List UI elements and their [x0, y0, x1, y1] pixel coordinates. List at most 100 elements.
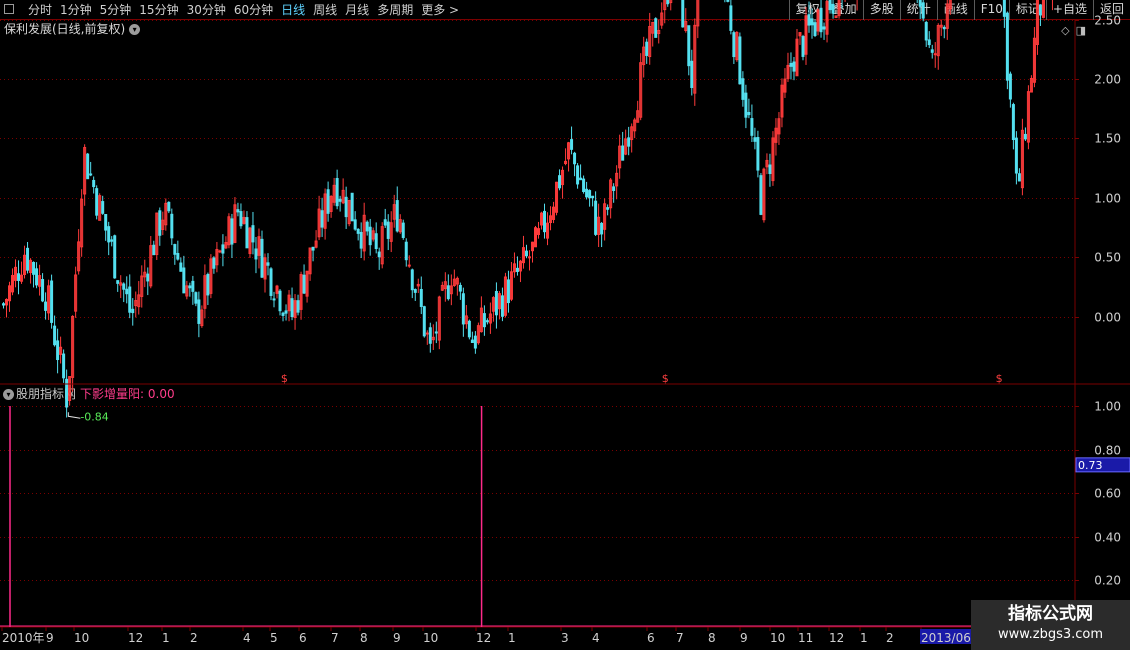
candle-body	[500, 295, 504, 317]
candle-body	[753, 137, 757, 142]
candle-body	[485, 320, 489, 323]
candle-body	[924, 21, 928, 41]
candle-body	[1005, 12, 1009, 81]
candle-body	[750, 118, 754, 136]
current-value-label: 0.73	[1078, 459, 1103, 472]
candle-body	[101, 201, 105, 214]
candle-body	[1038, 4, 1042, 16]
chart-canvas[interactable]: 4.504.003.503.002.502.001.501.000.500.00…	[0, 0, 1130, 650]
candle-body	[272, 298, 276, 301]
candle-body	[116, 280, 120, 284]
candle-body	[320, 210, 324, 228]
candle-body	[173, 244, 177, 255]
candle-body	[239, 211, 243, 227]
candle-body	[32, 261, 36, 275]
candle-body	[284, 310, 288, 314]
candle-body	[831, 3, 835, 14]
candle-body	[600, 222, 604, 235]
y-tick-label: 2.50	[1094, 14, 1121, 28]
candle-body	[350, 192, 354, 222]
candle-body	[62, 353, 66, 379]
y-tick-label: 0.40	[1094, 531, 1121, 545]
y-tick-label: 0.00	[1094, 311, 1121, 325]
candle-body	[356, 228, 360, 234]
candle-body	[729, 5, 733, 31]
x-tick-label: 12	[128, 631, 143, 645]
candle-body	[344, 196, 348, 218]
x-tick-label: 6	[647, 631, 655, 645]
candle-body	[65, 378, 69, 408]
x-tick-label: 8	[708, 631, 716, 645]
axes: 4.504.003.503.002.502.001.501.000.500.00…	[0, 14, 1130, 645]
candle-body	[296, 300, 300, 313]
candle-body	[828, 0, 832, 11]
candle-body	[1002, 0, 1006, 17]
candle-body	[395, 200, 399, 232]
candle-body	[230, 218, 234, 245]
annotations: 4.64-0.84$$$	[67, 372, 1003, 423]
candle-body	[422, 306, 426, 337]
candle-body	[1008, 73, 1012, 100]
candle-body	[690, 60, 694, 89]
candle-body	[666, 0, 670, 5]
candle-body	[191, 280, 195, 292]
candle-body	[131, 308, 135, 314]
candle-body	[182, 267, 186, 294]
candle-body	[281, 312, 285, 316]
x-tick-label: 2010年	[2, 631, 45, 645]
x-tick-label: 9	[740, 631, 748, 645]
candle-body	[113, 235, 117, 279]
candle-body	[290, 298, 294, 318]
candle-body	[810, 18, 814, 26]
candle-body	[591, 195, 595, 199]
candle-body	[732, 32, 736, 58]
y-tick-label: 0.20	[1094, 574, 1121, 588]
candle-body	[44, 301, 48, 311]
candle-body	[107, 226, 111, 243]
x-tick-label: 9	[393, 631, 401, 645]
candle-body	[792, 61, 796, 72]
candle-body	[612, 186, 616, 191]
candle-body	[353, 219, 357, 230]
candle-body	[179, 262, 183, 272]
y-tick-label: 0.60	[1094, 487, 1121, 501]
candle-body	[278, 290, 282, 312]
candle-body	[570, 139, 574, 150]
candle-body	[122, 283, 126, 290]
candle-body	[822, 26, 826, 30]
candle-body	[104, 214, 108, 231]
candle-body	[627, 137, 631, 147]
candle-body	[515, 267, 519, 272]
candle-body	[933, 53, 937, 56]
candle-body	[942, 26, 946, 30]
x-tick-label: 1	[508, 631, 516, 645]
candle-body	[212, 257, 216, 269]
x-tick-label: 11	[798, 631, 813, 645]
x-tick-label: 10	[770, 631, 785, 645]
candle-body	[26, 247, 30, 271]
candle-body	[302, 274, 306, 294]
candle-body	[92, 179, 96, 188]
x-tick-label: 2	[190, 631, 198, 645]
candle-body	[110, 239, 114, 242]
candle-body	[404, 241, 408, 261]
candle-body	[434, 331, 438, 334]
watermark: 指标公式网 www.zbgs3.com	[971, 600, 1130, 650]
candle-body	[359, 231, 363, 249]
x-tick-label: 7	[331, 631, 339, 645]
candle-body	[813, 22, 817, 36]
x-tick-label: 4	[243, 631, 251, 645]
x-tick-label: 12	[829, 631, 844, 645]
x-tick-label: 10	[74, 631, 89, 645]
candle-body	[125, 288, 129, 295]
candle-body	[251, 225, 255, 243]
min-label: -0.84	[80, 410, 108, 423]
candle-body	[759, 175, 763, 215]
y-tick-label: 1.50	[1094, 132, 1121, 146]
candle-body	[158, 210, 162, 236]
candle-body	[473, 335, 477, 349]
candle-body	[410, 269, 414, 291]
candle-body	[326, 189, 330, 214]
candle-body	[1023, 133, 1027, 140]
candle-body	[269, 268, 273, 296]
